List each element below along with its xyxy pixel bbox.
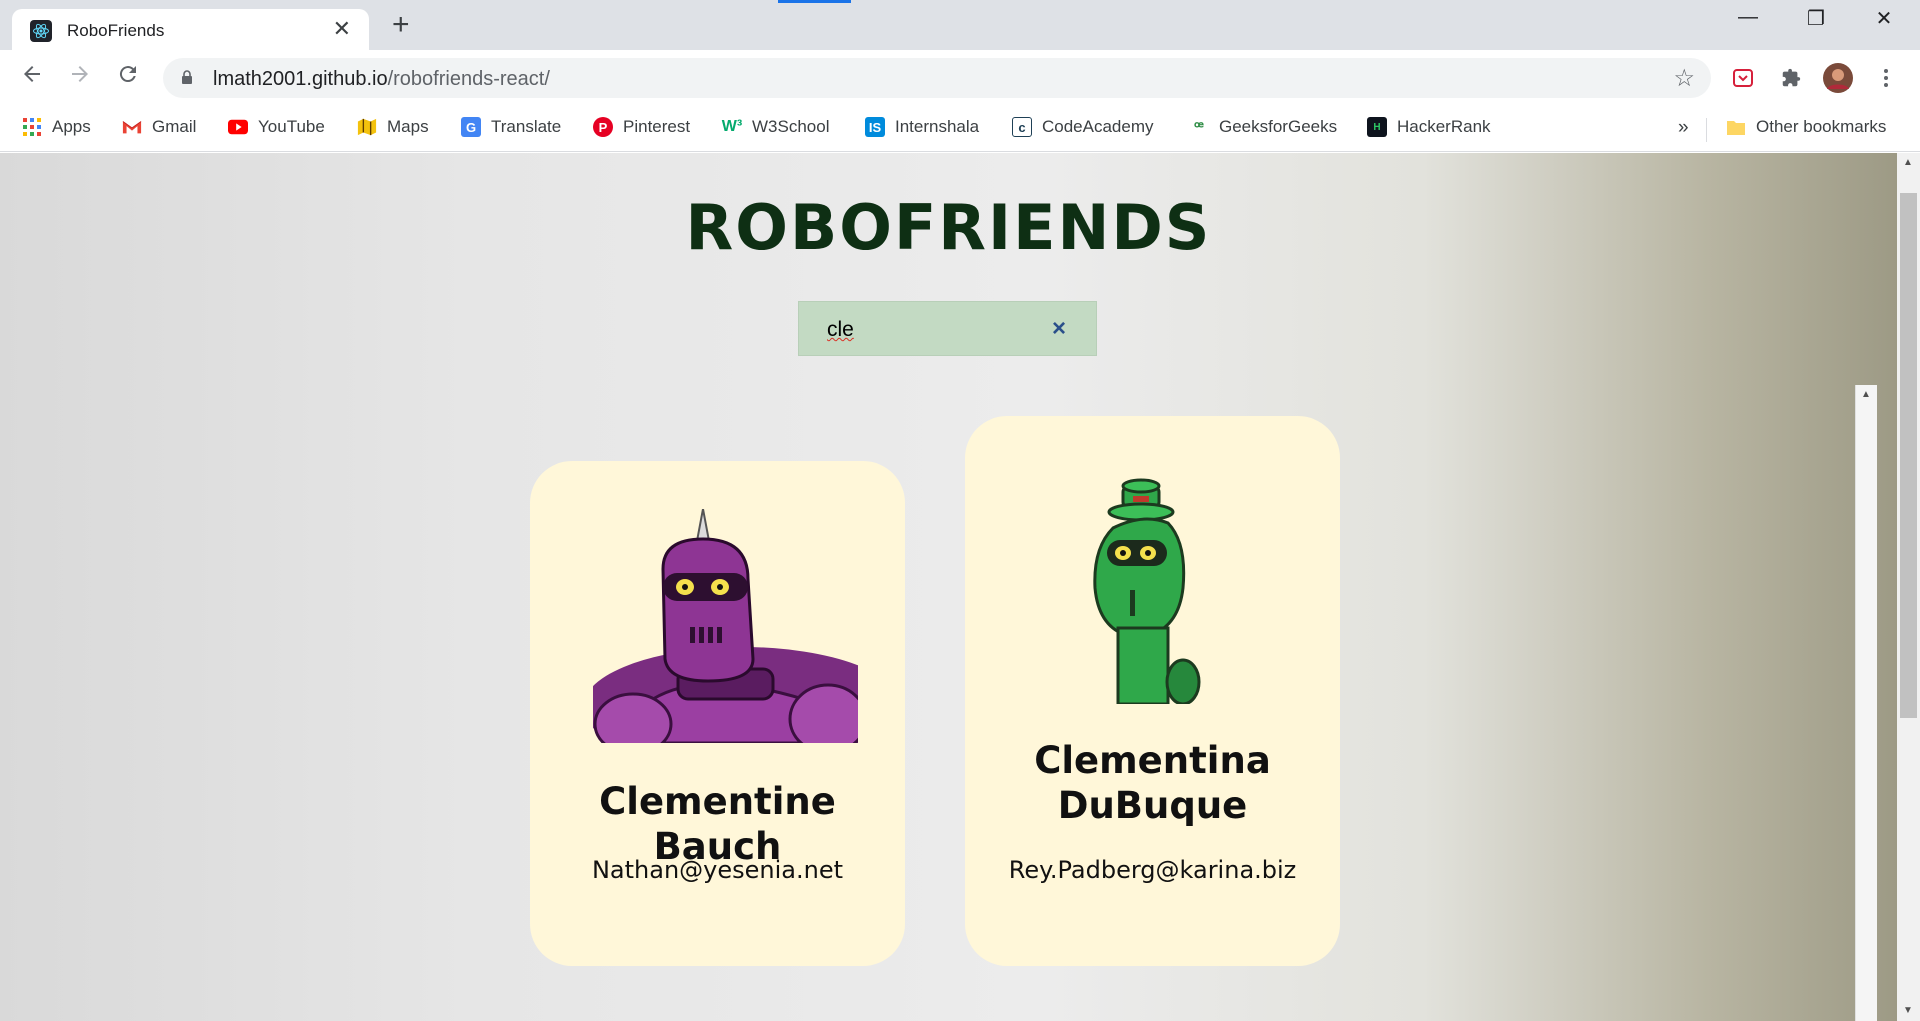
geeksforgeeks-icon: ꟹ: [1194, 119, 1204, 136]
new-tab-button[interactable]: +: [392, 8, 410, 42]
bookmark-gmail[interactable]: Gmail: [122, 117, 196, 137]
bookmarks-divider: [1706, 118, 1707, 142]
robot-name-line: Clementina DuBuque: [1034, 739, 1271, 827]
translate-icon: G: [461, 117, 481, 137]
page-scrollbar[interactable]: ▲ ▼: [1897, 153, 1920, 1021]
scroll-up-arrow-icon[interactable]: ▲: [1861, 389, 1871, 400]
bookmark-translate[interactable]: G Translate: [461, 117, 561, 137]
bookmark-label: Translate: [491, 117, 562, 136]
loading-indicator: [778, 0, 851, 3]
youtube-icon: [228, 117, 248, 137]
tab-title: RoboFriends: [67, 21, 165, 40]
close-tab-icon[interactable]: ✕: [333, 16, 351, 42]
minimize-button[interactable]: —: [1728, 6, 1768, 29]
bookmark-hackerrank[interactable]: H HackerRank: [1367, 117, 1491, 137]
forward-arrow-icon[interactable]: [64, 62, 96, 94]
content-scrollbar[interactable]: ▲: [1855, 385, 1877, 1021]
bookmarks-bar: Apps Gmail YouTube Maps G Translate P Pi…: [0, 106, 1920, 152]
url-host: lmath2001.github.io: [213, 68, 388, 90]
restore-button[interactable]: ❐: [1796, 6, 1836, 31]
scroll-up-arrow-icon[interactable]: ▲: [1903, 157, 1913, 168]
bookmark-label: YouTube: [258, 117, 325, 136]
bookmark-maps[interactable]: Maps: [357, 117, 429, 137]
reload-icon[interactable]: [112, 62, 144, 94]
clear-search-icon[interactable]: ×: [1052, 315, 1066, 343]
overflow-chevron-icon: »: [1678, 117, 1689, 138]
search-input[interactable]: [827, 316, 1027, 344]
back-arrow-icon[interactable]: [16, 62, 48, 94]
robot-search-box[interactable]: ×: [798, 301, 1097, 356]
robot-email: Rey.Padberg@karina.biz: [1008, 856, 1297, 884]
pinterest-icon: P: [593, 117, 613, 137]
react-icon: [30, 20, 52, 42]
browser-tab[interactable]: RoboFriends ✕: [12, 9, 369, 50]
w3schools-icon: W³: [721, 118, 743, 135]
bookmark-label: Gmail: [152, 117, 197, 136]
bookmark-label: Pinterest: [623, 117, 691, 136]
green-robot-image: [1093, 478, 1201, 704]
bookmark-w3school[interactable]: W³ W3School: [721, 117, 830, 137]
bookmark-internshala[interactable]: IS Internshala: [865, 117, 979, 137]
url-path: /robofriends-react/: [387, 68, 550, 90]
bookmark-pinterest[interactable]: P Pinterest: [593, 117, 690, 137]
lock-icon: [182, 70, 192, 84]
bookmark-label: CodeAcademy: [1042, 117, 1154, 136]
address-bar[interactable]: lmath2001.github.io/robofriends-react/ ☆: [163, 58, 1711, 98]
bookmark-label: HackerRank: [1397, 117, 1491, 136]
bookmark-apps[interactable]: Apps: [22, 117, 91, 137]
folder-icon: [1726, 117, 1746, 137]
other-bookmarks-folder[interactable]: Other bookmarks: [1726, 117, 1886, 137]
pocket-extension-icon[interactable]: [1727, 62, 1759, 94]
extensions-puzzle-icon[interactable]: [1775, 62, 1807, 94]
bookmark-youtube[interactable]: YouTube: [228, 117, 325, 137]
page-title: ROBOFRIENDS: [685, 191, 1212, 264]
window-close-button[interactable]: ✕: [1864, 6, 1904, 31]
bookmark-label: Apps: [52, 117, 91, 136]
apps-grid-icon: [22, 117, 42, 137]
hackerrank-icon: H: [1367, 117, 1387, 137]
bookmark-geeksforgeeks[interactable]: ꟹ GeeksforGeeks: [1189, 117, 1337, 137]
robot-email: Nathan@yesenia.net: [591, 856, 844, 884]
profile-avatar[interactable]: [1822, 62, 1854, 94]
bookmark-codeacademy[interactable]: c CodeAcademy: [1012, 117, 1154, 137]
gmail-icon: [122, 117, 142, 137]
bookmark-star-icon[interactable]: ☆: [1673, 64, 1695, 93]
tab-strip: RoboFriends ✕ + — ❐ ✕: [0, 0, 1920, 50]
scroll-down-arrow-icon[interactable]: ▼: [1903, 1005, 1913, 1016]
bookmark-label: Internshala: [895, 117, 980, 136]
url-text: lmath2001.github.io/robofriends-react/: [213, 68, 550, 91]
bookmark-label: GeeksforGeeks: [1219, 117, 1338, 136]
bookmarks-overflow-button[interactable]: »: [1678, 117, 1689, 139]
scrollbar-thumb[interactable]: [1900, 193, 1917, 718]
maps-icon: [357, 117, 377, 137]
page-viewport: ROBOFRIENDS × Clementine Bauch Nathan@ye…: [0, 153, 1897, 1021]
purple-robot-image: [593, 509, 858, 743]
bookmark-label: Maps: [387, 117, 429, 136]
other-bookmarks-label: Other bookmarks: [1756, 117, 1887, 136]
codecademy-icon: c: [1012, 117, 1032, 137]
browser-menu-icon[interactable]: [1870, 62, 1902, 94]
internshala-icon: IS: [865, 117, 885, 137]
robot-card[interactable]: Clementine Bauch Nathan@yesenia.net: [530, 461, 905, 966]
bookmark-label: W3School: [752, 117, 830, 136]
browser-toolbar: lmath2001.github.io/robofriends-react/ ☆: [0, 50, 1920, 106]
robot-card[interactable]: Clementina DuBuque Rey.Padberg@karina.bi…: [965, 416, 1340, 966]
